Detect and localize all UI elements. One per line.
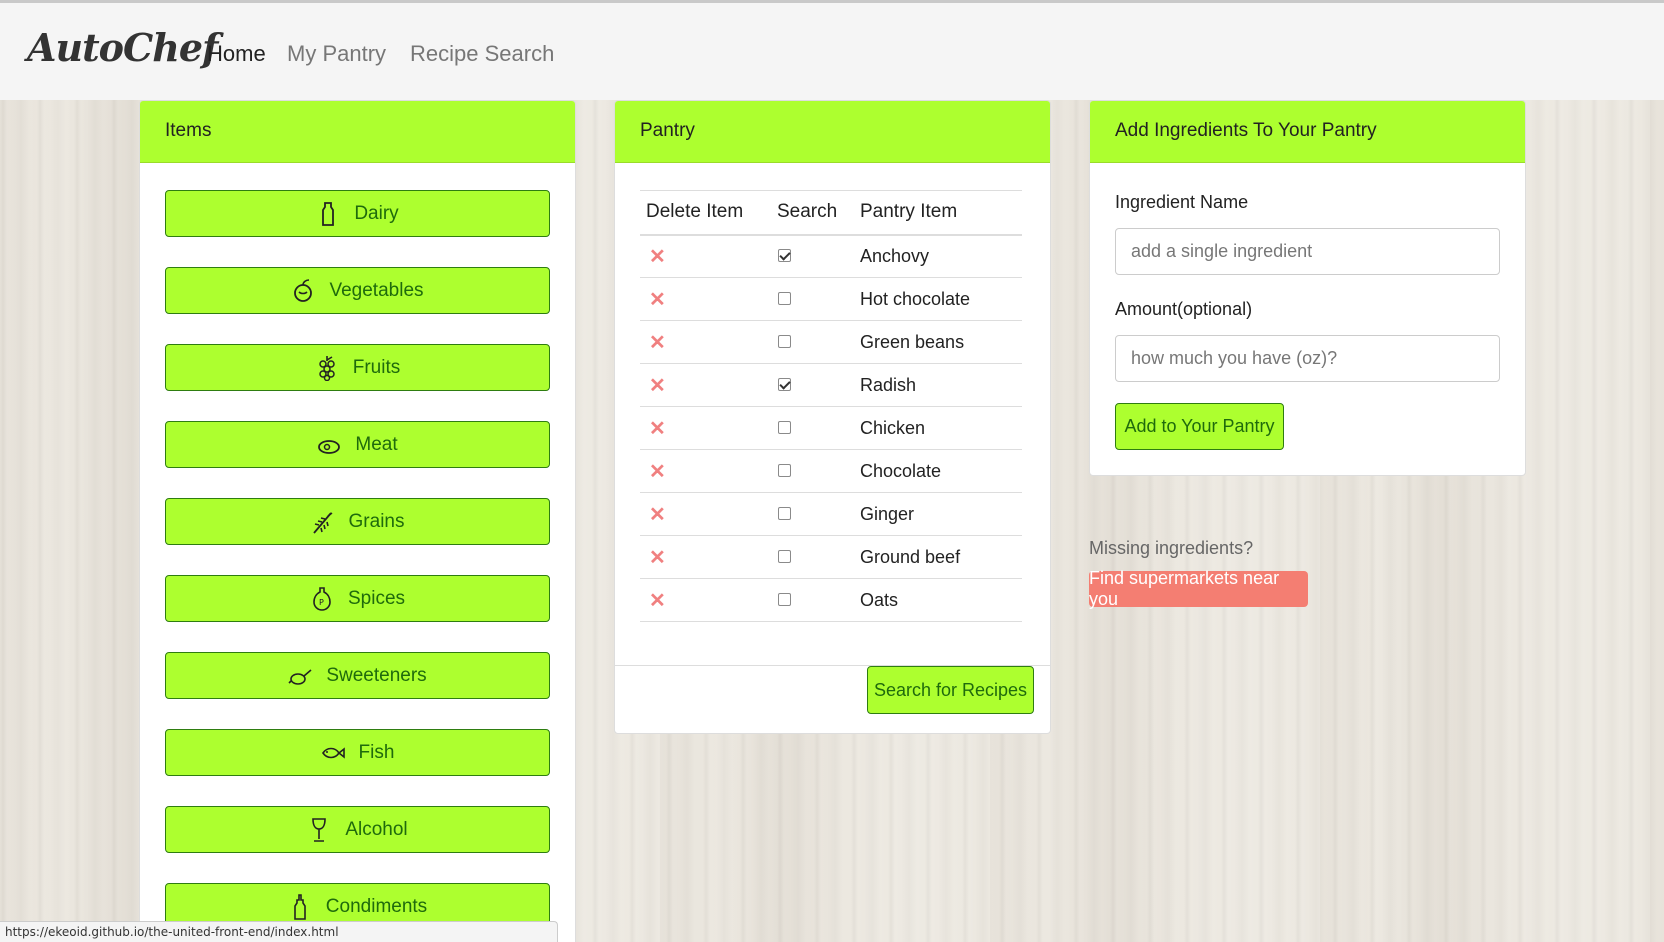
category-label: Dairy bbox=[354, 202, 399, 224]
pantry-item-name: Anchovy bbox=[854, 234, 1022, 278]
category-label: Sweeteners bbox=[326, 664, 427, 686]
pantry-item-name: Green beans bbox=[854, 320, 1022, 364]
table-row: ✕ Hot chocolate bbox=[640, 277, 1022, 321]
find-supermarkets-button[interactable]: Find supermarkets near you bbox=[1089, 568, 1308, 609]
ingredient-name-label: Ingredient Name bbox=[1115, 192, 1249, 212]
pantry-table: Delete Item Search Pantry Item ✕ Anchovy ✕… bbox=[640, 190, 1022, 622]
pantry-item-name: Oats bbox=[854, 578, 1022, 622]
table-row: ✕ Anchovy bbox=[640, 234, 1022, 278]
delete-item-icon[interactable]: ✕ bbox=[646, 504, 666, 526]
table-row: ✕ Radish bbox=[640, 363, 1022, 407]
status-bar-url: https://ekeoid.github.io/the-united-fron… bbox=[0, 921, 558, 942]
search-checkbox[interactable] bbox=[778, 506, 791, 520]
nav-recipe-search[interactable]: Recipe Search bbox=[410, 41, 554, 67]
search-checkbox[interactable] bbox=[778, 463, 791, 477]
pantry-panel: Pantry Delete Item Search Pantry Item ✕ A… bbox=[614, 100, 1051, 734]
category-label: Condiments bbox=[325, 895, 428, 917]
missing-ingredients-text: Missing ingredients? bbox=[1089, 538, 1254, 558]
pepper-shaker-icon: P bbox=[313, 586, 331, 611]
search-checkbox[interactable] bbox=[778, 291, 791, 305]
pantry-footer: Search for Recipes bbox=[615, 665, 1050, 733]
wheat-icon bbox=[312, 511, 332, 534]
svg-text:P: P bbox=[319, 598, 324, 607]
category-label: Vegetables bbox=[329, 279, 424, 301]
pantry-item-name: Chocolate bbox=[854, 449, 1022, 493]
pantry-item-name: Ginger bbox=[854, 492, 1022, 536]
bottle-icon bbox=[322, 201, 335, 226]
table-row: ✕ Ground beef bbox=[640, 535, 1022, 579]
pantry-table-header: Delete Item Search Pantry Item bbox=[640, 190, 1022, 236]
ingredient-name-input[interactable] bbox=[1115, 228, 1500, 275]
category-label: Fish bbox=[358, 741, 395, 763]
amount-label: Amount(optional) bbox=[1115, 299, 1253, 319]
add-panel-title: Add Ingredients To Your Pantry bbox=[1090, 101, 1525, 163]
pantry-panel-title: Pantry bbox=[615, 101, 1050, 163]
category-label: Spices bbox=[347, 587, 406, 609]
delete-item-icon[interactable]: ✕ bbox=[646, 289, 666, 311]
delete-item-icon[interactable]: ✕ bbox=[646, 332, 666, 354]
table-row: ✕ Chocolate bbox=[640, 449, 1022, 493]
pantry-item-name: Hot chocolate bbox=[854, 277, 1022, 321]
col-pantry-item: Pantry Item bbox=[854, 190, 1022, 236]
nav-home[interactable]: Home bbox=[207, 41, 266, 67]
category-label: Meat bbox=[355, 433, 398, 455]
category-label: Fruits bbox=[352, 356, 401, 378]
nav-my-pantry[interactable]: My Pantry bbox=[287, 41, 386, 67]
steak-icon bbox=[318, 439, 341, 454]
search-checkbox[interactable] bbox=[778, 592, 791, 606]
search-checkbox[interactable] bbox=[778, 334, 791, 348]
category-sweeteners-button[interactable]: Sweeteners bbox=[165, 652, 550, 699]
category-label: Grains bbox=[348, 510, 405, 532]
vegetable-icon bbox=[294, 278, 313, 302]
table-row: ✕ Ginger bbox=[640, 492, 1022, 536]
category-spices-button[interactable]: P Spices bbox=[165, 575, 550, 622]
wine-glass-icon bbox=[312, 817, 327, 842]
delete-item-icon[interactable]: ✕ bbox=[646, 590, 666, 612]
category-fish-button[interactable]: Fish bbox=[165, 729, 550, 776]
fish-icon bbox=[321, 746, 345, 759]
search-checkbox[interactable] bbox=[778, 420, 791, 434]
table-row: ✕ Chicken bbox=[640, 406, 1022, 450]
search-checkbox[interactable] bbox=[778, 377, 791, 391]
search-checkbox[interactable] bbox=[778, 248, 791, 262]
items-panel: Items Dairy Vegetables Fruits Meat Grain… bbox=[139, 100, 576, 942]
category-meat-button[interactable]: Meat bbox=[165, 421, 550, 468]
search-checkbox[interactable] bbox=[778, 549, 791, 563]
delete-item-icon[interactable]: ✕ bbox=[646, 461, 666, 483]
table-row: ✕ Green beans bbox=[640, 320, 1022, 364]
pantry-item-name: Ground beef bbox=[854, 535, 1022, 579]
navbar: AutoChef Home My Pantry Recipe Search bbox=[0, 3, 1664, 100]
grapes-icon bbox=[319, 355, 335, 381]
amount-input[interactable] bbox=[1115, 335, 1500, 382]
condiment-bottle-icon bbox=[293, 893, 306, 920]
category-grains-button[interactable]: Grains bbox=[165, 498, 550, 545]
category-label: Alcohol bbox=[345, 818, 408, 840]
items-panel-title: Items bbox=[140, 101, 575, 163]
category-dairy-button[interactable]: Dairy bbox=[165, 190, 550, 237]
table-row: ✕ Oats bbox=[640, 578, 1022, 622]
delete-item-icon[interactable]: ✕ bbox=[646, 246, 666, 268]
add-ingredients-panel: Add Ingredients To Your Pantry Ingredien… bbox=[1089, 100, 1526, 476]
delete-item-icon[interactable]: ✕ bbox=[646, 547, 666, 569]
col-search: Search bbox=[771, 190, 854, 236]
category-alcohol-button[interactable]: Alcohol bbox=[165, 806, 550, 853]
delete-item-icon[interactable]: ✕ bbox=[646, 418, 666, 440]
pantry-item-name: Radish bbox=[854, 363, 1022, 407]
delete-item-icon[interactable]: ✕ bbox=[646, 375, 666, 397]
search-recipes-button[interactable]: Search for Recipes bbox=[867, 666, 1034, 714]
category-vegetables-button[interactable]: Vegetables bbox=[165, 267, 550, 314]
honey-dipper-icon bbox=[288, 668, 312, 685]
col-delete-item: Delete Item bbox=[640, 190, 771, 236]
category-fruits-button[interactable]: Fruits bbox=[165, 344, 550, 391]
add-to-pantry-button[interactable]: Add to Your Pantry bbox=[1115, 403, 1284, 450]
pantry-item-name: Chicken bbox=[854, 406, 1022, 450]
brand-logo[interactable]: AutoChef bbox=[27, 25, 218, 70]
